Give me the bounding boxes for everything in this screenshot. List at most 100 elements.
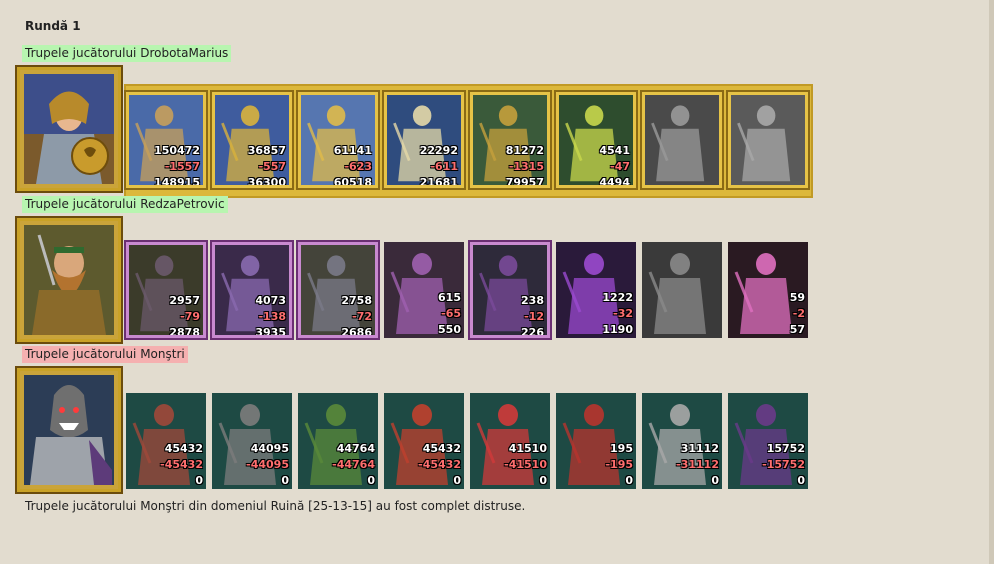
unit-slot[interactable] [642,92,722,188]
orc-chief-icon [298,393,378,489]
unit-slot[interactable] [728,92,808,188]
lizard-warrior-icon [126,393,206,489]
unit-slot[interactable]: 31112 -31112 0 [642,393,722,489]
unit-loss: -65 [441,307,461,320]
unit-loss: -623 [344,160,372,173]
unit-remaining: 3935 [255,326,286,338]
unit-count: 615 [438,291,461,304]
unit-remaining: 226 [521,326,544,338]
unit-count: 36857 [247,144,286,157]
unit-count: 1222 [602,291,633,304]
unit-slot[interactable] [642,242,722,338]
unit-remaining: 0 [711,474,719,487]
unit-slot[interactable]: 1222 -32 1190 [556,242,636,338]
unit-remaining: 60518 [333,176,372,188]
battle-result-message: Trupele jucătorului Monştri din domeniul… [25,499,526,513]
unit-count: 2758 [341,294,372,307]
unit-remaining: 79957 [505,176,544,188]
hero-portrait-2[interactable] [15,216,123,344]
unit-count: 31112 [680,442,719,455]
unit-count: 81272 [505,144,544,157]
unit-slot[interactable]: 36857 -557 36300 [212,92,292,188]
unit-slot[interactable]: 81272 -1315 79957 [470,92,550,188]
unit-slot[interactable]: 45432 -45432 0 [384,393,464,489]
unit-count: 15752 [766,442,805,455]
player-label-1: Trupele jucătorului DrobotaMarius [22,45,232,62]
unit-slot[interactable]: 615 -65 550 [384,242,464,338]
unit-loss: -1557 [164,160,200,173]
unit-remaining: 57 [789,323,805,336]
unit-slot[interactable]: 41510 -41510 0 [470,393,550,489]
fire-spider-icon [470,393,550,489]
unit-count: 238 [521,294,544,307]
unit-count: 59 [789,291,805,304]
unit-slot[interactable]: 4073 -138 3935 [212,242,292,338]
blood-altar-icon [642,393,722,489]
unit-slot[interactable]: 45432 -45432 0 [126,393,206,489]
hero-portrait-3[interactable] [15,366,123,494]
grey-angel-unused-icon [731,95,805,185]
unit-slot[interactable]: 150472 -1557 148915 [126,92,206,188]
unit-loss: -44095 [246,458,289,471]
unit-loss: -31112 [676,458,719,471]
unit-count: 44764 [336,442,375,455]
red-gargoyle-icon [384,393,464,489]
player-label-2: Trupele jucătorului RedzaPetrovic [22,196,228,213]
unit-count: 45432 [422,442,461,455]
unit-remaining: 0 [539,474,547,487]
unit-count: 4073 [255,294,286,307]
unit-loss: -47 [610,160,630,173]
unit-loss: -79 [180,310,200,323]
hero-portrait-1[interactable] [15,65,123,193]
unit-loss: -32 [613,307,633,320]
unit-remaining: 36300 [247,176,286,188]
unit-slot[interactable]: 2957 -79 2878 [126,242,206,338]
serpent-demon-icon [728,393,808,489]
unit-slot[interactable]: 4541 -47 4494 [556,92,636,188]
unit-slot[interactable]: 195 -195 0 [556,393,636,489]
scrollbar[interactable] [989,0,994,564]
unit-slot[interactable]: 61141 -623 60518 [298,92,378,188]
red-succubus-icon [556,393,636,489]
unit-remaining: 1190 [602,323,633,336]
unit-loss: -45432 [418,458,461,471]
unit-count: 4541 [599,144,630,157]
unit-loss: -2 [792,307,805,320]
unit-loss: -138 [258,310,286,323]
unit-slot[interactable]: 44095 -44095 0 [212,393,292,489]
unit-count: 22292 [419,144,458,157]
dwarf-warrior-icon [24,225,114,335]
unit-loss: -72 [352,310,372,323]
unit-remaining: 2686 [341,326,372,338]
unit-count: 195 [610,442,633,455]
grey-warrior-unused-icon [645,95,719,185]
player-label-3: Trupele jucătorului Monştri [22,346,188,363]
unit-remaining: 0 [453,474,461,487]
unit-loss: -41510 [504,458,547,471]
unit-loss: -1315 [508,160,544,173]
unit-slot[interactable]: 44764 -44764 0 [298,393,378,489]
unit-slot[interactable]: 15752 -15752 0 [728,393,808,489]
stone-golem-icon [212,393,292,489]
unit-remaining: 0 [367,474,375,487]
unit-count: 2957 [169,294,200,307]
unit-slot[interactable]: 59 -2 57 [728,242,808,338]
unit-slot[interactable]: 238 -12 226 [470,242,550,338]
unit-count: 45432 [164,442,203,455]
unit-loss: -611 [430,160,458,173]
unit-remaining: 0 [797,474,805,487]
unit-loss: -557 [258,160,286,173]
unit-remaining: 4494 [599,176,630,188]
unit-remaining: 2878 [169,326,200,338]
unit-count: 41510 [508,442,547,455]
unit-count: 61141 [333,144,372,157]
unit-loss: -15752 [762,458,805,471]
unit-count: 150472 [154,144,200,157]
unit-remaining: 550 [438,323,461,336]
unit-remaining: 0 [281,474,289,487]
round-title: Rundă 1 [25,19,81,33]
monster-chieftain-icon [24,375,114,485]
unit-slot[interactable]: 22292 -611 21681 [384,92,464,188]
unit-remaining: 0 [195,474,203,487]
unit-slot[interactable]: 2758 -72 2686 [298,242,378,338]
